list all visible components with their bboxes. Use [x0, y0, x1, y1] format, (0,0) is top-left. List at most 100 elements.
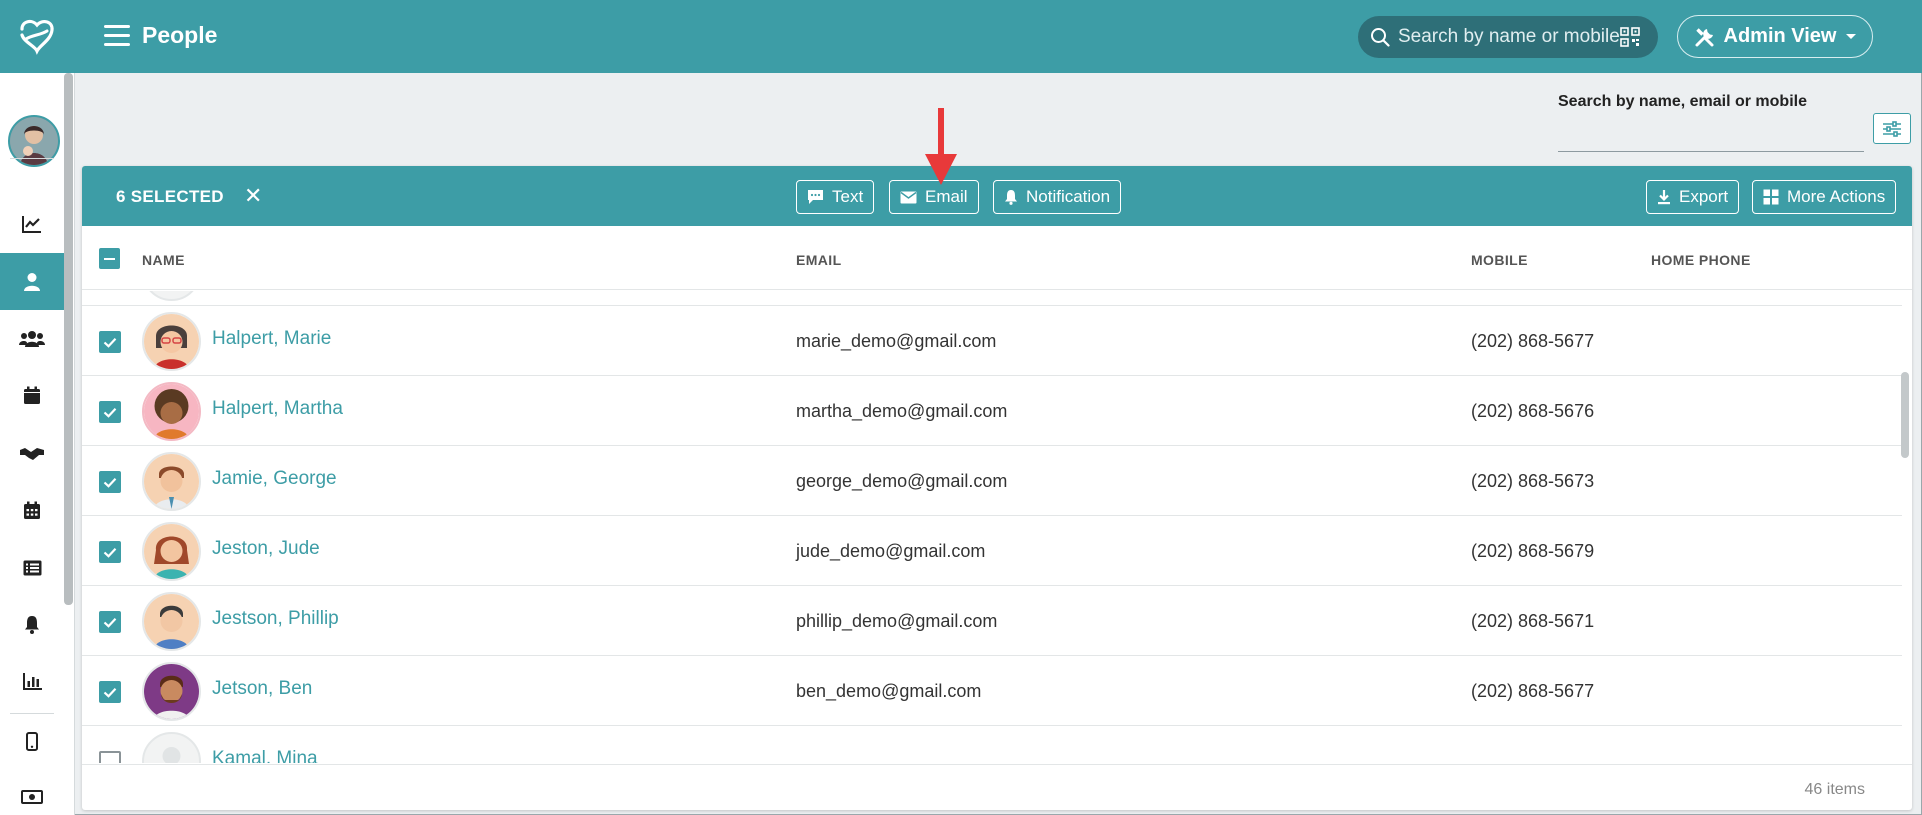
avatar	[142, 382, 201, 441]
caret-down-icon	[1845, 33, 1856, 39]
row-checkbox[interactable]	[99, 471, 121, 493]
table-row[interactable]: Halpert, Marie marie_demo@gmail.com (202…	[82, 306, 1902, 376]
avatar	[142, 452, 201, 511]
notification-button[interactable]: Notification	[993, 180, 1122, 214]
person-name-link[interactable]: Jetson, Ben	[212, 678, 312, 700]
sidebar-item-groups[interactable]	[0, 310, 64, 367]
download-icon	[1658, 190, 1670, 205]
text-button-label: Text	[832, 187, 864, 206]
filter-search-input[interactable]	[1558, 118, 1864, 152]
user-avatar[interactable]	[8, 115, 60, 167]
sidebar-scrollbar[interactable]	[64, 73, 73, 605]
clear-selection-button[interactable]: ✕	[244, 183, 262, 209]
column-header-home-phone[interactable]: HOME PHONE	[1651, 252, 1751, 268]
sidebar-item-notifications[interactable]	[0, 596, 64, 653]
table-row[interactable]: Jeston, Jude jude_demo@gmail.com (202) 8…	[82, 516, 1902, 586]
avatar	[142, 522, 201, 581]
sidebar-item-mobile[interactable]	[0, 713, 64, 770]
table-row[interactable]: Jestson, Phillip phillip_demo@gmail.com …	[82, 586, 1902, 656]
global-search-input[interactable]	[1398, 26, 1620, 48]
more-actions-button[interactable]: More Actions	[1752, 180, 1897, 214]
avatar	[142, 732, 201, 763]
person-mobile: (202) 868-5671	[1471, 611, 1595, 631]
person-email: phillip_demo@gmail.com	[796, 611, 998, 631]
avatar	[142, 592, 201, 651]
people-panel: 6 SELECTED ✕ Text Email Notification Exp…	[82, 166, 1912, 810]
person-mobile: (202) 868-5677	[1471, 331, 1595, 351]
chart-line-icon	[22, 215, 41, 233]
table-body[interactable]: Halpert, Marie marie_demo@gmail.com (202…	[82, 291, 1902, 763]
person-name-link[interactable]: Kamal, Mina	[212, 748, 318, 763]
avatar	[142, 312, 201, 371]
mobile-icon	[26, 732, 38, 751]
sidebar-item-calendar[interactable]	[0, 367, 64, 424]
person-email: jude_demo@gmail.com	[796, 541, 986, 561]
column-header-mobile[interactable]: MOBILE	[1471, 252, 1528, 268]
sidebar-item-partners[interactable]	[0, 425, 64, 482]
person-name-link[interactable]: Halpert, Martha	[212, 398, 343, 420]
column-header-name[interactable]: NAME	[142, 252, 185, 268]
sidebar-divider	[10, 158, 54, 159]
annotation-arrow-icon	[925, 108, 957, 185]
table-scrollbar[interactable]	[1901, 372, 1909, 458]
top-bar: People Admin View	[0, 0, 1922, 73]
table-row[interactable]: Jamie, George george_demo@gmail.com (202…	[82, 446, 1902, 516]
item-count: 46 items	[1804, 781, 1865, 798]
email-button-label: Email	[925, 187, 968, 206]
sidebar-item-people[interactable]	[0, 253, 64, 310]
menu-icon[interactable]	[104, 25, 130, 47]
person-email: marie_demo@gmail.com	[796, 331, 997, 351]
row-checkbox[interactable]	[99, 541, 121, 563]
table-row[interactable]	[82, 291, 1902, 306]
sidebar-item-schedule[interactable]	[0, 482, 64, 539]
handshake-icon	[20, 447, 44, 460]
table-row[interactable]: Halpert, Martha martha_demo@gmail.com (2…	[82, 376, 1902, 446]
app-logo-icon[interactable]	[16, 15, 58, 57]
sidebar-item-dashboard[interactable]	[0, 195, 64, 252]
person-name-link[interactable]: Jestson, Phillip	[212, 608, 339, 630]
text-button[interactable]: Text	[796, 180, 875, 214]
sidebar	[0, 73, 75, 815]
qr-code-icon[interactable]	[1620, 27, 1640, 47]
tools-icon	[1695, 27, 1713, 46]
grid-icon	[1763, 189, 1779, 205]
filter-label: Search by name, email or mobile	[1558, 93, 1807, 110]
table-footer: 46 items	[82, 764, 1912, 810]
person-name-link[interactable]: Halpert, Marie	[212, 328, 331, 350]
row-checkbox[interactable]	[99, 751, 121, 763]
person-name-link[interactable]: Jeston, Jude	[212, 538, 320, 560]
admin-view-button[interactable]: Admin View	[1677, 15, 1873, 58]
group-icon	[19, 330, 45, 347]
row-checkbox[interactable]	[99, 681, 121, 703]
global-search[interactable]	[1358, 16, 1658, 58]
person-email: martha_demo@gmail.com	[796, 401, 1008, 421]
person-email: george_demo@gmail.com	[796, 471, 1008, 491]
money-icon	[21, 789, 43, 804]
row-checkbox[interactable]	[99, 611, 121, 633]
bell-icon	[25, 616, 39, 634]
row-checkbox[interactable]	[99, 401, 121, 423]
calendar-icon	[24, 386, 40, 404]
person-icon	[24, 272, 40, 291]
column-header-email[interactable]: EMAIL	[796, 252, 842, 268]
sliders-icon	[1883, 120, 1901, 137]
table-row[interactable]: Jetson, Ben ben_demo@gmail.com (202) 868…	[82, 656, 1902, 726]
selection-count: 6 SELECTED	[116, 187, 224, 206]
person-email: ben_demo@gmail.com	[796, 681, 982, 701]
sidebar-item-lists[interactable]	[0, 539, 64, 596]
person-name-link[interactable]: Jamie, George	[212, 468, 337, 490]
table-header: NAME EMAIL MOBILE HOME PHONE	[82, 226, 1912, 290]
avatar	[142, 662, 201, 721]
table-row[interactable]: Kamal, Mina	[82, 726, 1902, 763]
page-title: People	[142, 22, 218, 48]
filter-options-button[interactable]	[1873, 113, 1911, 144]
envelope-icon	[900, 191, 917, 203]
notification-button-label: Notification	[1026, 187, 1111, 206]
select-all-checkbox[interactable]	[99, 248, 120, 269]
sidebar-item-billing[interactable]	[0, 768, 64, 815]
row-checkbox[interactable]	[99, 331, 121, 353]
sidebar-item-reports[interactable]	[0, 653, 64, 710]
person-mobile: (202) 868-5673	[1471, 471, 1595, 491]
person-mobile: (202) 868-5679	[1471, 541, 1595, 561]
export-button[interactable]: Export	[1646, 180, 1740, 214]
